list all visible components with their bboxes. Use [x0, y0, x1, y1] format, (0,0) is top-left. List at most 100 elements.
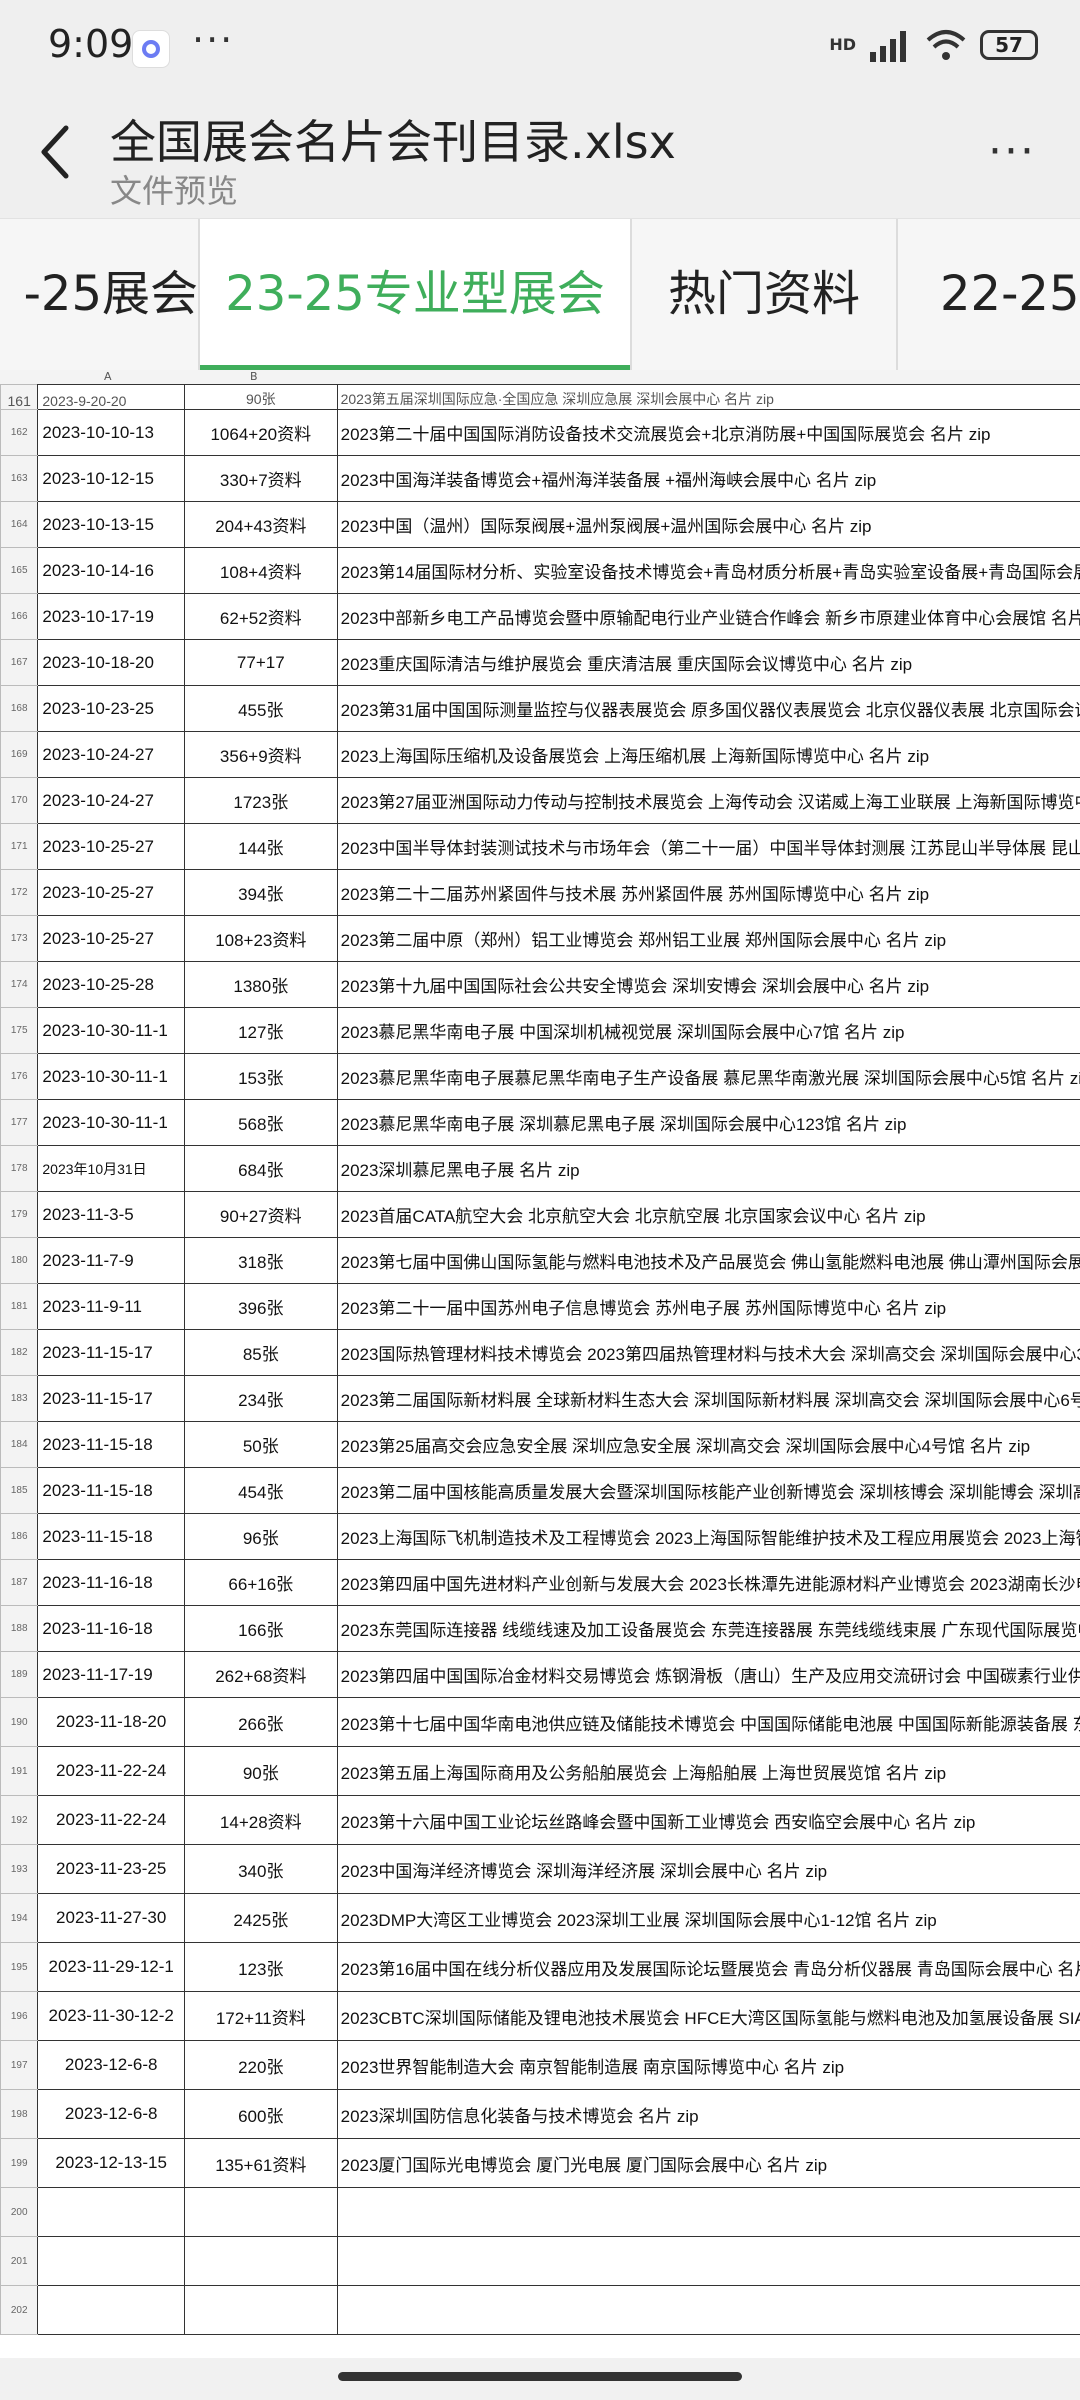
cell-date[interactable]: 2023-11-7-9: [37, 1237, 185, 1284]
cell-date[interactable]: 2023-10-10-13: [37, 409, 185, 456]
cell-exhibition[interactable]: 2023第二届中原（郑州）铝工业博览会 郑州铝工业展 郑州国际会展中心 名片 z…: [336, 915, 1080, 962]
cell-count[interactable]: 340张: [183, 1844, 338, 1894]
cell-exhibition[interactable]: 2023第四届中国国际冶金材料交易博览会 炼钢滑板（唐山）生产及应用交流研讨会 …: [336, 1651, 1080, 1698]
cell-exhibition[interactable]: 2023第二届国际新材料展 全球新材料生态大会 深圳国际新材料展 深圳高交会 深…: [336, 1375, 1080, 1422]
cell-date[interactable]: 2023-10-24-27: [37, 731, 185, 778]
cell-count[interactable]: 90+27资料: [183, 1191, 338, 1238]
cell-exhibition[interactable]: 2023第十七届中国华南电池供应链及储能技术博览会 中国国际储能电池展 中国国际…: [336, 1697, 1080, 1747]
cell-date[interactable]: 2023-10-25-27: [37, 823, 185, 870]
cell-exhibition[interactable]: 2023国际热管理材料技术博览会 2023第四届热管理材料与技术大会 深圳高交会…: [336, 1329, 1080, 1376]
cell-exhibition[interactable]: 2023重庆国际清洁与维护展览会 重庆清洁展 重庆国际会议博览中心 名片 zip: [336, 639, 1080, 686]
cell-exhibition[interactable]: 2023第31届中国国际测量监控与仪器表展览会 原多国仪器仪表展览会 北京仪器仪…: [336, 685, 1080, 732]
cell-exhibition[interactable]: 2023慕尼黑华南电子展慕尼黑华南电子生产设备展 慕尼黑华南激光展 深圳国际会展…: [336, 1053, 1080, 1100]
cell-date[interactable]: 2023-12-6-8: [37, 2040, 185, 2090]
cell-count[interactable]: 234张: [183, 1375, 338, 1422]
cell-exhibition[interactable]: 2023第25届高交会应急安全展 深圳应急安全展 深圳高交会 深圳国际会展中心4…: [336, 1421, 1080, 1468]
cell-exhibition[interactable]: [336, 2187, 1080, 2237]
home-indicator[interactable]: [338, 2372, 742, 2381]
cell-date[interactable]: 2023-10-30-11-1: [37, 1099, 185, 1146]
cell-exhibition[interactable]: 2023中国（温州）国际泵阀展+温州泵阀展+温州国际会展中心 名片 zip: [336, 501, 1080, 548]
cell-count[interactable]: 90张: [183, 384, 338, 410]
cell-count[interactable]: 318张: [183, 1237, 338, 1284]
cell-date[interactable]: 2023-11-15-17: [37, 1375, 185, 1422]
cell-exhibition[interactable]: 2023第五届上海国际商用及公务船舶展览会 上海船舶展 上海世贸展览馆 名片 z…: [336, 1746, 1080, 1796]
cell-exhibition[interactable]: 2023第五届深圳国际应急·全国应急 深圳应急展 深圳会展中心 名片 zip: [336, 384, 1080, 410]
cell-exhibition[interactable]: 2023深圳国防信息化装备与技术博览会 名片 zip: [336, 2089, 1080, 2139]
column-header-b[interactable]: B: [250, 370, 258, 384]
cell-date[interactable]: 2023-9-20-20: [37, 384, 185, 410]
cell-count[interactable]: 394张: [183, 869, 338, 916]
cell-date[interactable]: 2023-10-25-27: [37, 869, 185, 916]
cell-exhibition[interactable]: 2023中国海洋装备博览会+福州海洋装备展 +福州海峡会展中心 名片 zip: [336, 455, 1080, 502]
cell-count[interactable]: 127张: [183, 1007, 338, 1054]
cell-exhibition[interactable]: 2023世界智能制造大会 南京智能制造展 南京国际博览中心 名片 zip: [336, 2040, 1080, 2090]
cell-count[interactable]: 684张: [183, 1145, 338, 1192]
cell-exhibition[interactable]: 2023上海国际压缩机及设备展览会 上海压缩机展 上海新国际博览中心 名片 zi…: [336, 731, 1080, 778]
cell-count[interactable]: 204+43资料: [183, 501, 338, 548]
cell-date[interactable]: 2023-10-12-15: [37, 455, 185, 502]
cell-exhibition[interactable]: 2023中国海洋经济博览会 深圳海洋经济展 深圳会展中心 名片 zip: [336, 1844, 1080, 1894]
cell-count[interactable]: 135+61资料: [183, 2138, 338, 2188]
cell-count[interactable]: 50张: [183, 1421, 338, 1468]
cell-count[interactable]: 1723张: [183, 777, 338, 824]
cell-exhibition[interactable]: 2023上海国际飞机制造技术及工程博览会 2023上海国际智能维护技术及工程应用…: [336, 1513, 1080, 1560]
cell-count[interactable]: [183, 2285, 338, 2335]
cell-exhibition[interactable]: 2023DMP大湾区工业博览会 2023深圳工业展 深圳国际会展中心1-12馆 …: [336, 1893, 1080, 1943]
cell-date[interactable]: 2023-11-22-24: [37, 1746, 185, 1796]
cell-exhibition[interactable]: 2023首届CATA航空大会 北京航空大会 北京航空展 北京国家会议中心 名片 …: [336, 1191, 1080, 1238]
cell-exhibition[interactable]: 2023第十九届中国国际社会公共安全博览会 深圳安博会 深圳会展中心 名片 zi…: [336, 961, 1080, 1008]
cell-count[interactable]: 330+7资料: [183, 455, 338, 502]
cell-date[interactable]: 2023-11-23-25: [37, 1844, 185, 1894]
cell-date[interactable]: 2023-11-15-18: [37, 1421, 185, 1468]
cell-date[interactable]: 2023-10-30-11-1: [37, 1007, 185, 1054]
cell-count[interactable]: 172+11资料: [183, 1991, 338, 2041]
cell-date[interactable]: 2023-11-3-5: [37, 1191, 185, 1238]
cell-count[interactable]: 455张: [183, 685, 338, 732]
cell-count[interactable]: 2425张: [183, 1893, 338, 1943]
cell-count[interactable]: [183, 2236, 338, 2286]
cell-exhibition[interactable]: 2023第二十届中国国际消防设备技术交流展览会+北京消防展+中国国际展览会 名片…: [336, 409, 1080, 456]
cell-exhibition[interactable]: 2023第16届中国在线分析仪器应用及发展国际论坛暨展览会 青岛分析仪器展 青岛…: [336, 1942, 1080, 1992]
cell-count[interactable]: 600张: [183, 2089, 338, 2139]
cell-count[interactable]: [183, 2187, 338, 2237]
cell-count[interactable]: 77+17: [183, 639, 338, 686]
cell-date[interactable]: 2023-11-16-18: [37, 1605, 185, 1652]
cell-date[interactable]: 2023-10-24-27: [37, 777, 185, 824]
cell-date[interactable]: 2023-10-13-15: [37, 501, 185, 548]
cell-exhibition[interactable]: [336, 2236, 1080, 2286]
cell-date[interactable]: [37, 2285, 185, 2335]
cell-date[interactable]: 2023-10-17-19: [37, 593, 185, 640]
cell-count[interactable]: 220张: [183, 2040, 338, 2090]
cell-exhibition[interactable]: 2023东莞国际连接器 线缆线速及加工设备展览会 东莞连接器展 东莞线缆线束展 …: [336, 1605, 1080, 1652]
cell-date[interactable]: 2023-10-25-28: [37, 961, 185, 1008]
cell-count[interactable]: 1064+20资料: [183, 409, 338, 456]
cell-exhibition[interactable]: 2023第二十一届中国苏州电子信息博览会 苏州电子展 苏州国际博览中心 名片 z…: [336, 1283, 1080, 1330]
tab-sheet-1[interactable]: -25展会: [0, 219, 198, 371]
cell-exhibition[interactable]: 2023第二十二届苏州紧固件与技术展 苏州紧固件展 苏州国际博览中心 名片 zi…: [336, 869, 1080, 916]
cell-count[interactable]: 166张: [183, 1605, 338, 1652]
cell-exhibition[interactable]: 2023第四届中国先进材料产业创新与发展大会 2023长株潭先进能源材料产业博览…: [336, 1559, 1080, 1606]
cell-date[interactable]: 2023-11-16-18: [37, 1559, 185, 1606]
cell-exhibition[interactable]: 2023中部新乡电工产品博览会暨中原输配电行业产业链合作峰会 新乡市原建业体育中…: [336, 593, 1080, 640]
cell-date[interactable]: 2023年10月31日: [37, 1145, 185, 1192]
cell-count[interactable]: 144张: [183, 823, 338, 870]
cell-date[interactable]: 2023-11-17-19: [37, 1651, 185, 1698]
cell-date[interactable]: 2023-11-27-30: [37, 1893, 185, 1943]
cell-count[interactable]: 266张: [183, 1697, 338, 1747]
cell-count[interactable]: 454张: [183, 1467, 338, 1514]
cell-exhibition[interactable]: [336, 2285, 1080, 2335]
cell-count[interactable]: 356+9资料: [183, 731, 338, 778]
cell-count[interactable]: 108+4资料: [183, 547, 338, 594]
cell-date[interactable]: 2023-11-15-18: [37, 1467, 185, 1514]
cell-count[interactable]: 66+16张: [183, 1559, 338, 1606]
cell-date[interactable]: 2023-10-30-11-1: [37, 1053, 185, 1100]
cell-date[interactable]: 2023-11-18-20: [37, 1697, 185, 1747]
cell-count[interactable]: 108+23资料: [183, 915, 338, 962]
cell-date[interactable]: 2023-11-9-11: [37, 1283, 185, 1330]
cell-exhibition[interactable]: 2023第七届中国佛山国际氢能与燃料电池技术及产品展览会 佛山氢能燃料电池展 佛…: [336, 1237, 1080, 1284]
back-arrow-icon[interactable]: [36, 122, 76, 182]
cell-count[interactable]: 153张: [183, 1053, 338, 1100]
tab-sheet-2-active[interactable]: 23-25专业型展会: [200, 219, 630, 371]
cell-date[interactable]: 2023-12-13-15: [37, 2138, 185, 2188]
cell-exhibition[interactable]: 2023第十六届中国工业论坛丝路峰会暨中国新工业博览会 西安临空会展中心 名片 …: [336, 1795, 1080, 1845]
